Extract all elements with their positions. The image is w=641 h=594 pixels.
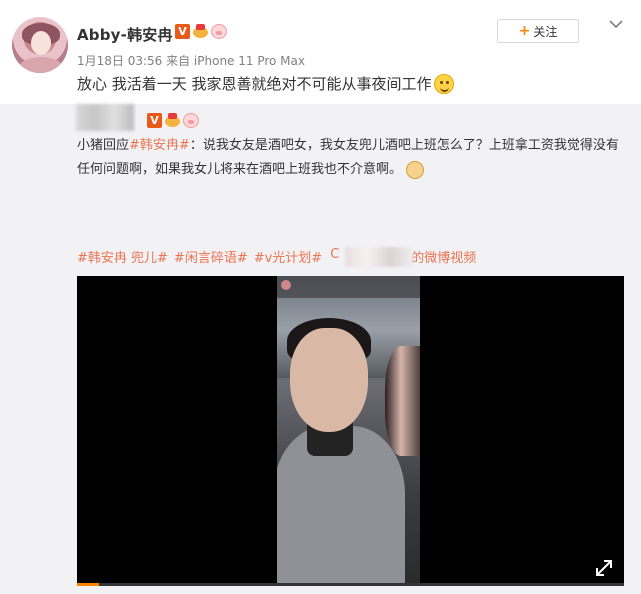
verified-icon[interactable]: V — [147, 113, 162, 128]
video-overlay-avatar — [281, 280, 291, 290]
doge-emoji-icon — [406, 160, 425, 179]
repost-prefix: 小猪回应 — [77, 138, 130, 153]
weibo-post: Abby-韩安冉 V 1月18日 03:56 来自 iPhone 11 Pro … — [0, 0, 641, 594]
repost-text: 小猪回应#韩安冉#：说我女友是酒吧女，我女友兜儿酒吧上班怎么了？上班拿工资我觉得… — [77, 134, 622, 182]
follow-label: 关注 — [533, 24, 558, 39]
verified-icon[interactable]: V — [175, 24, 190, 39]
video-person-right — [385, 346, 420, 456]
video-person-face — [290, 328, 368, 432]
tag-spacer — [322, 247, 330, 267]
username[interactable]: Abby-韩安冉 — [77, 24, 173, 45]
post-meta[interactable]: 1月18日 03:56 来自 iPhone 11 Pro Max — [77, 52, 305, 69]
follow-button[interactable]: + 关注 — [497, 19, 579, 43]
blurred-username — [76, 104, 134, 131]
blurred-name — [345, 247, 414, 267]
avatar-shoulder — [18, 57, 64, 73]
member-crown-icon[interactable] — [164, 113, 181, 128]
fullscreen-icon[interactable] — [594, 558, 614, 578]
pig-badge-icon[interactable] — [211, 24, 227, 39]
user-badges: V — [175, 24, 227, 39]
video-player[interactable] — [77, 276, 624, 586]
pig-badge-icon[interactable] — [183, 113, 199, 128]
video-link[interactable]: 的微博视频 — [411, 247, 476, 267]
repost-user-badges: V — [147, 113, 199, 128]
member-crown-icon[interactable] — [192, 24, 209, 39]
post-text: 放心 我活着一天 我家恩善就绝对不可能从事夜间工作 — [77, 73, 454, 94]
smile-emoji-icon — [433, 73, 454, 94]
post-text-content: 放心 我活着一天 我家恩善就绝对不可能从事夜间工作 — [77, 75, 432, 93]
video-frame — [277, 276, 420, 586]
mini-avatar — [281, 280, 291, 290]
video-link-prefix[interactable]: C — [330, 247, 339, 267]
video-progress-bar[interactable] — [77, 583, 624, 586]
video-progress-fill — [77, 583, 99, 586]
chevron-down-icon[interactable] — [608, 16, 624, 32]
topic-tag[interactable]: #v光计划# — [254, 247, 322, 267]
repost-card: V 小猪回应#韩安冉#：说我女友是酒吧女，我女友兜儿酒吧上班怎么了？上班拿工资我… — [0, 104, 641, 594]
topic-tag[interactable]: #闲言碎语# — [174, 247, 248, 267]
avatar-face — [31, 31, 51, 55]
user-avatar[interactable] — [12, 17, 68, 73]
topic-tag[interactable]: #韩安冉 兜儿# — [77, 247, 168, 267]
topic-tags: #韩安冉 兜儿# #闲言碎语# #v光计划# C 的微博视频 — [77, 247, 476, 267]
mention-link[interactable]: #韩安冉# — [129, 138, 190, 153]
plus-icon: + — [518, 23, 531, 39]
